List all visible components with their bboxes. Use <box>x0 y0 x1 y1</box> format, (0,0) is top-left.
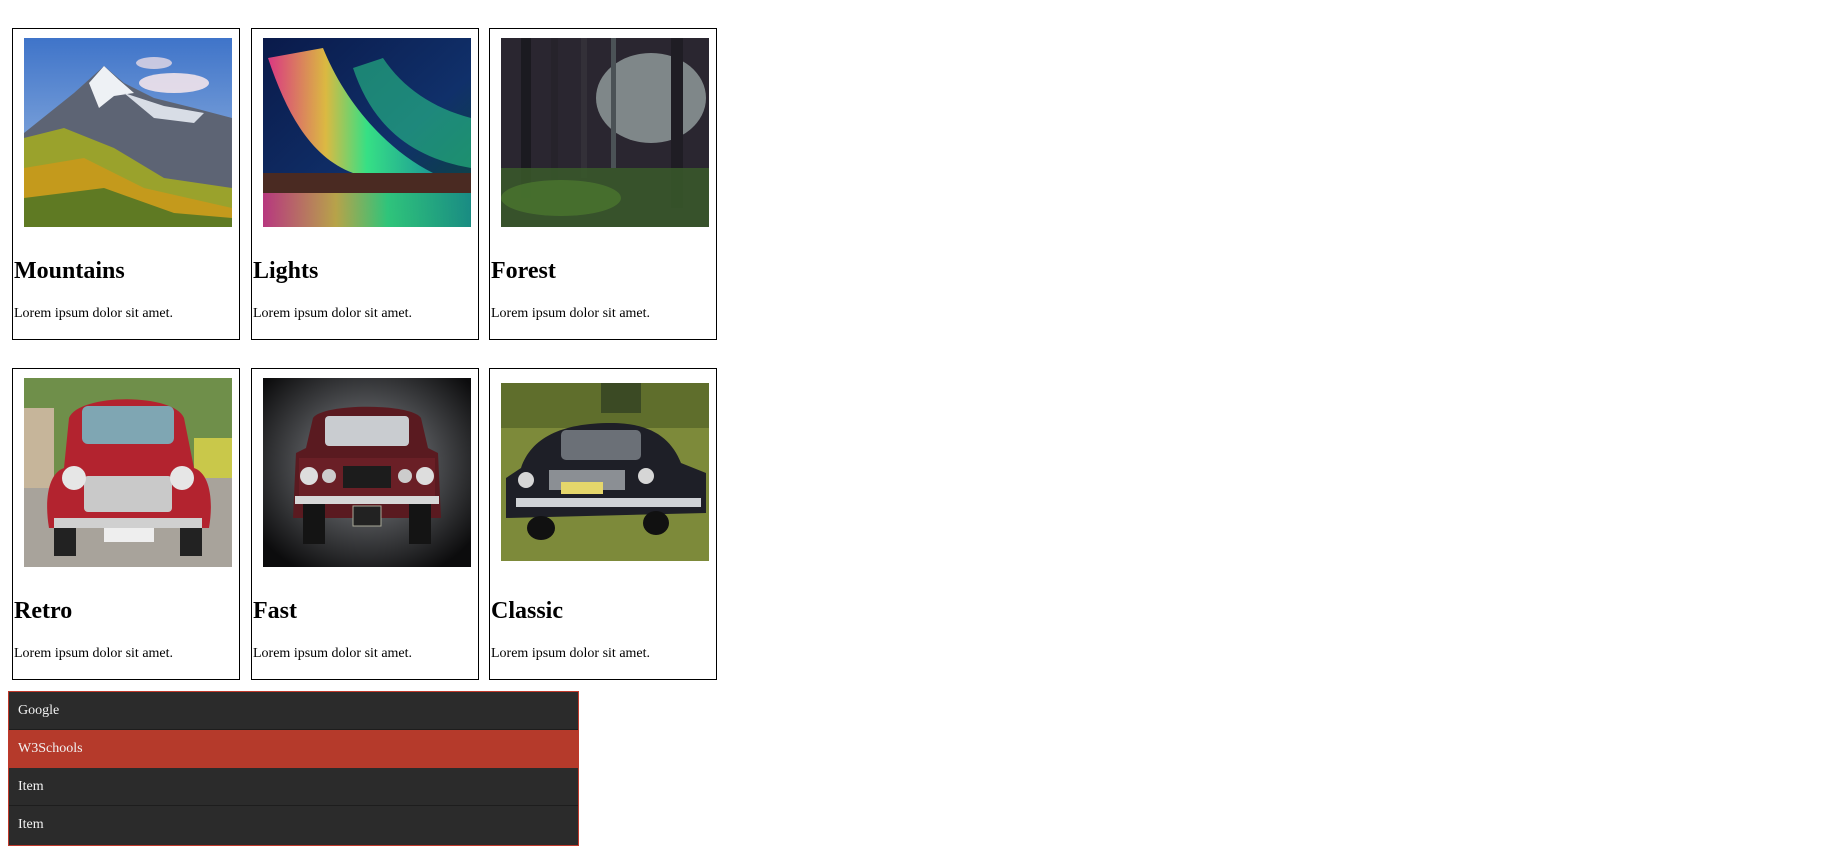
card-title: Mountains <box>14 258 125 284</box>
menu-item-w3schools[interactable]: W3Schools <box>9 730 578 768</box>
card-caption: Lorem ipsum dolor sit amet. <box>14 306 174 321</box>
card-caption: Lorem ipsum dolor sit amet. <box>253 306 413 321</box>
menu-item[interactable]: Item <box>9 806 578 844</box>
card-caption: Lorem ipsum dolor sit amet. <box>14 646 174 661</box>
card-caption: Lorem ipsum dolor sit amet. <box>491 646 651 661</box>
gallery-card-mountains: Mountains Lorem ipsum dolor sit amet. <box>12 28 240 340</box>
vertical-menu: Google W3Schools Item Item <box>8 691 579 846</box>
forest-photo <box>501 38 709 227</box>
card-title: Forest <box>491 258 556 284</box>
gallery-card-retro: Retro Lorem ipsum dolor sit amet. <box>12 368 240 680</box>
menu-item[interactable]: Item <box>9 768 578 806</box>
black-classic-car-photo <box>501 378 709 567</box>
gallery-card-lights: Lights Lorem ipsum dolor sit amet. <box>251 28 479 340</box>
gallery-card-forest: Forest Lorem ipsum dolor sit amet. <box>489 28 717 340</box>
mountains-photo <box>24 38 232 227</box>
gallery-card-classic: Classic Lorem ipsum dolor sit amet. <box>489 368 717 680</box>
card-caption: Lorem ipsum dolor sit amet. <box>253 646 413 661</box>
card-caption: Lorem ipsum dolor sit amet. <box>491 306 651 321</box>
card-title: Fast <box>253 598 297 624</box>
red-mini-car-photo <box>24 378 232 567</box>
gallery-card-fast: Fast Lorem ipsum dolor sit amet. <box>251 368 479 680</box>
menu-item-google[interactable]: Google <box>9 692 578 730</box>
card-title: Retro <box>14 598 73 624</box>
card-title: Classic <box>491 598 563 624</box>
card-title: Lights <box>253 258 319 284</box>
red-mustang-photo <box>263 378 471 567</box>
aurora-photo <box>263 38 471 227</box>
